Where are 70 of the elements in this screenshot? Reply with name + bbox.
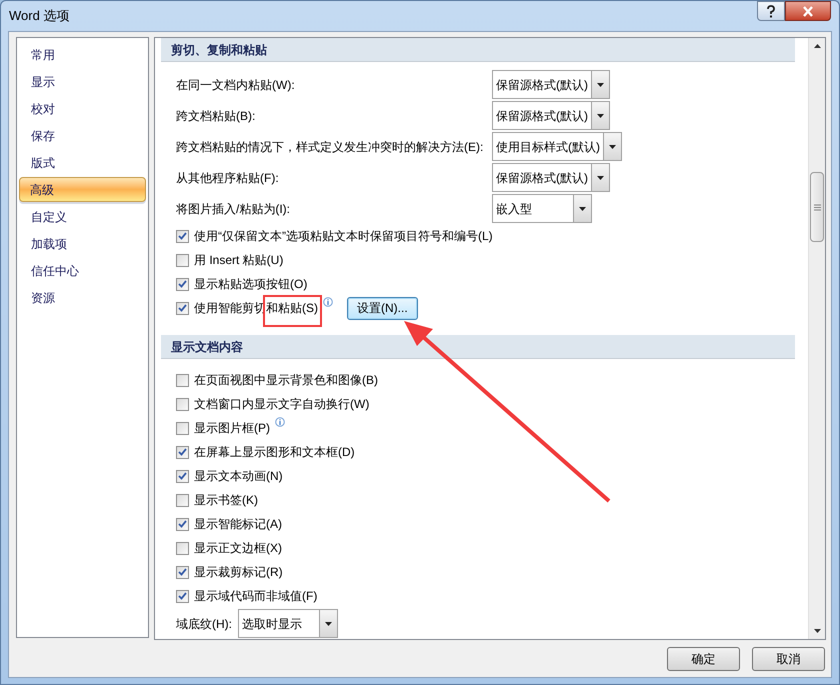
close-icon — [802, 6, 814, 16]
category-item[interactable]: 自定义 — [19, 204, 146, 229]
checkbox[interactable] — [176, 590, 189, 602]
option-label: 跨文档粘贴(B): — [176, 108, 256, 124]
grip-icon — [814, 204, 820, 210]
checkbox[interactable] — [176, 470, 189, 482]
checkbox[interactable] — [176, 494, 189, 506]
option-label: 在屏幕上显示图形和文本框(D) — [194, 444, 355, 461]
checkbox[interactable] — [176, 422, 189, 434]
dialog-button[interactable]: 取消 — [752, 647, 825, 671]
dialog-button[interactable]: 确定 — [667, 647, 740, 671]
scroll-down-icon[interactable] — [814, 629, 820, 633]
option-label: 显示正文边框(X) — [194, 540, 282, 557]
category-item[interactable]: 信任中心 — [19, 258, 146, 283]
option-label: 域底纹(H): — [176, 616, 232, 632]
checkbox[interactable] — [176, 254, 189, 266]
dropdown[interactable]: 保留源格式(默认) — [492, 163, 610, 192]
category-item[interactable]: 加载项 — [19, 231, 146, 256]
checkbox[interactable] — [176, 566, 189, 578]
category-item[interactable]: 显示 — [19, 69, 146, 94]
section-header: 显示文档内容 — [161, 335, 795, 359]
scroll-thumb[interactable] — [810, 172, 824, 242]
option-label: 显示图片框(P) — [194, 420, 270, 437]
category-item[interactable]: 高级 — [19, 177, 146, 202]
dropdown[interactable]: 选取时显示 — [238, 609, 338, 638]
option-label: 将图片插入/粘贴为(I): — [176, 200, 291, 218]
option-label: 用 Insert 粘贴(U) — [194, 252, 284, 269]
checkbox[interactable] — [176, 446, 189, 458]
option-label: 显示文本动画(N) — [194, 468, 283, 485]
option-label: 显示书签(K) — [194, 492, 258, 509]
checkbox[interactable] — [176, 518, 189, 530]
settings-button[interactable]: 设置(N)... — [347, 296, 418, 320]
checkbox[interactable] — [176, 542, 189, 554]
checkbox[interactable] — [176, 398, 189, 410]
help-icon — [766, 4, 776, 18]
category-item[interactable]: 常用 — [19, 42, 146, 67]
scrollbar[interactable] — [808, 38, 825, 639]
caret-icon — [609, 144, 616, 148]
category-item[interactable]: 保存 — [19, 123, 146, 148]
checkbox[interactable] — [176, 374, 189, 386]
option-label: 显示粘贴选项按钮(O) — [194, 276, 308, 293]
option-label: 显示裁剪标记(R) — [194, 564, 283, 581]
caret-icon — [597, 82, 604, 86]
checkbox[interactable] — [176, 230, 189, 242]
caret-icon — [597, 114, 604, 118]
help-button[interactable] — [757, 1, 785, 21]
checkbox[interactable] — [176, 302, 189, 314]
close-button[interactable] — [785, 1, 831, 21]
option-label: 显示智能标记(A) — [194, 516, 282, 533]
dropdown[interactable]: 使用目标样式(默认) — [492, 132, 622, 161]
option-label: 文档窗口内显示文字自动换行(W) — [194, 396, 370, 413]
window-title: Word 选项 — [9, 7, 70, 26]
scroll-up-icon[interactable] — [814, 44, 820, 48]
caret-icon — [579, 206, 586, 210]
checkbox[interactable] — [176, 278, 189, 290]
dropdown[interactable]: 保留源格式(默认) — [492, 101, 610, 130]
caret-icon — [597, 176, 604, 180]
dropdown[interactable]: 保留源格式(默认) — [492, 70, 610, 99]
section-header: 剪切、复制和粘贴 — [161, 38, 795, 62]
option-label: 在同一文档内粘贴(W): — [176, 76, 296, 94]
category-item[interactable]: 校对 — [19, 96, 146, 121]
option-label: 使用“仅保留文本”选项粘贴文本时保留项目符号和编号(L) — [194, 228, 493, 245]
option-label: 显示域代码而非域值(F) — [194, 588, 318, 605]
category-item[interactable]: 资源 — [19, 285, 146, 310]
option-label: 从其他程序粘贴(F): — [176, 170, 280, 186]
dropdown[interactable]: 嵌入型 — [492, 194, 592, 223]
option-label: 跨文档粘贴的情况下，样式定义发生冲突时的解决方法(E): — [176, 138, 484, 156]
category-item[interactable]: 版式 — [19, 150, 146, 175]
option-label: 在页面视图中显示背景色和图像(B) — [194, 372, 378, 389]
caret-icon — [325, 622, 332, 626]
